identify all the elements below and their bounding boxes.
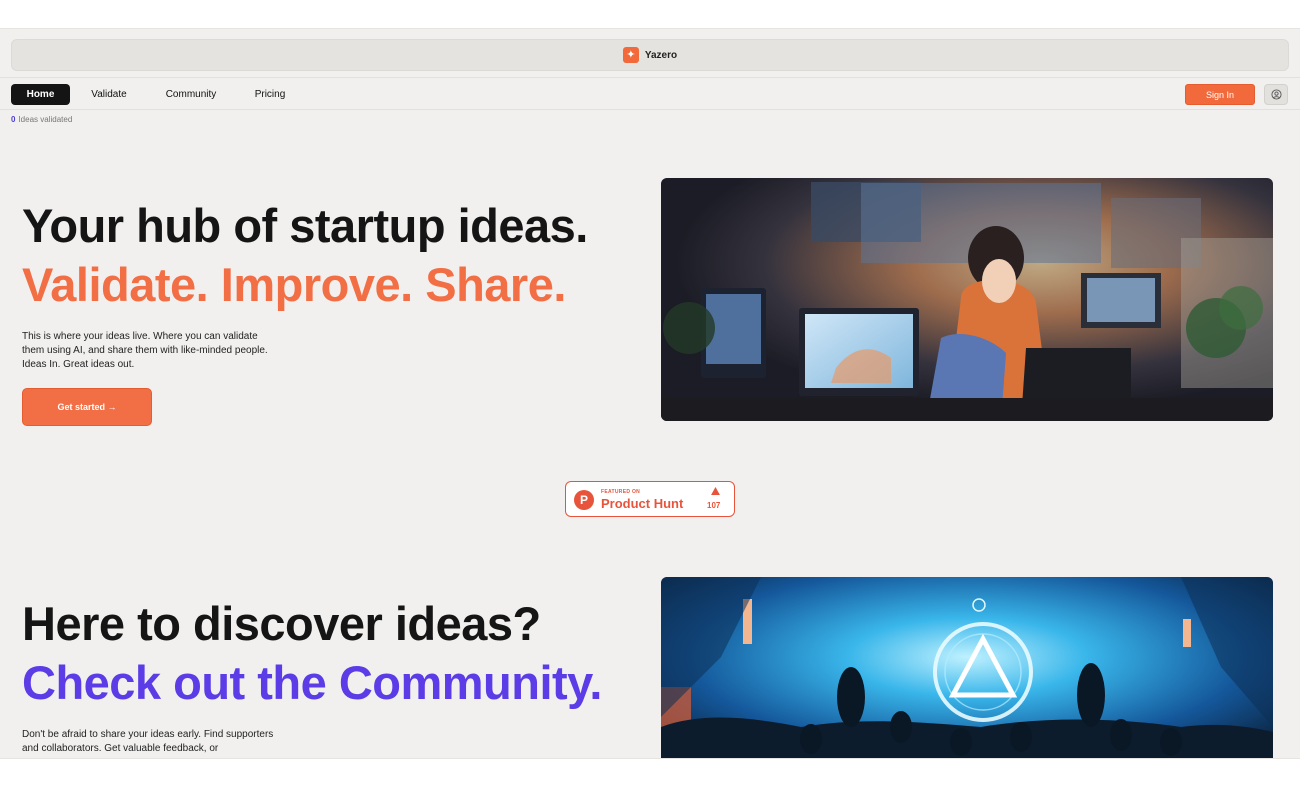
sign-in-button[interactable]: Sign In bbox=[1185, 84, 1255, 105]
hero-subtitle: Validate. Improve. Share. bbox=[22, 258, 566, 311]
community-title: Here to discover ideas? bbox=[22, 597, 541, 650]
ph-name: Product Hunt bbox=[601, 496, 684, 511]
product-hunt-logo-icon: P bbox=[574, 490, 594, 510]
sparkle-icon: ✦ bbox=[622, 47, 639, 63]
community-illustration bbox=[661, 577, 1273, 758]
hero-illustration-art bbox=[661, 178, 1273, 421]
navbar: Home Validate Community Pricing Sign In bbox=[0, 77, 1300, 110]
nav-community[interactable]: Community bbox=[155, 84, 227, 105]
hero-illustration bbox=[661, 178, 1273, 421]
user-menu-button[interactable] bbox=[1264, 84, 1288, 105]
nav-pricing[interactable]: Pricing bbox=[244, 84, 296, 105]
browser-top-strip bbox=[0, 0, 1300, 29]
ph-upvote-count: 107 bbox=[707, 501, 721, 510]
ideas-count-label: Ideas validated bbox=[18, 115, 73, 124]
nav-home[interactable]: Home bbox=[11, 84, 70, 105]
get-started-button[interactable]: Get started → bbox=[22, 388, 152, 426]
page: ✦ Yazero Home Validate Community Pricing… bbox=[0, 29, 1300, 758]
community-subtitle: Check out the Community. bbox=[22, 656, 602, 709]
ph-featured-label: FEATURED ON bbox=[601, 489, 641, 495]
browser-bottom-strip bbox=[0, 758, 1300, 788]
hero-description: This is where your ideas live. Where you… bbox=[22, 331, 268, 370]
ideas-counter: 0 Ideas validated bbox=[11, 115, 72, 124]
community-illustration-art bbox=[661, 577, 1273, 758]
upvote-triangle-icon bbox=[711, 487, 720, 495]
ideas-count: 0 bbox=[11, 115, 16, 124]
nav-validate[interactable]: Validate bbox=[80, 84, 138, 105]
brand-bar: ✦ Yazero bbox=[11, 39, 1289, 71]
product-hunt-badge[interactable]: P FEATURED ON Product Hunt 107 bbox=[565, 481, 735, 517]
brand-name: Yazero bbox=[644, 49, 678, 61]
community-description: Don't be afraid to share your ideas earl… bbox=[22, 729, 274, 754]
user-circle-icon bbox=[1270, 89, 1282, 100]
hero-title: Your hub of startup ideas. bbox=[22, 199, 588, 252]
